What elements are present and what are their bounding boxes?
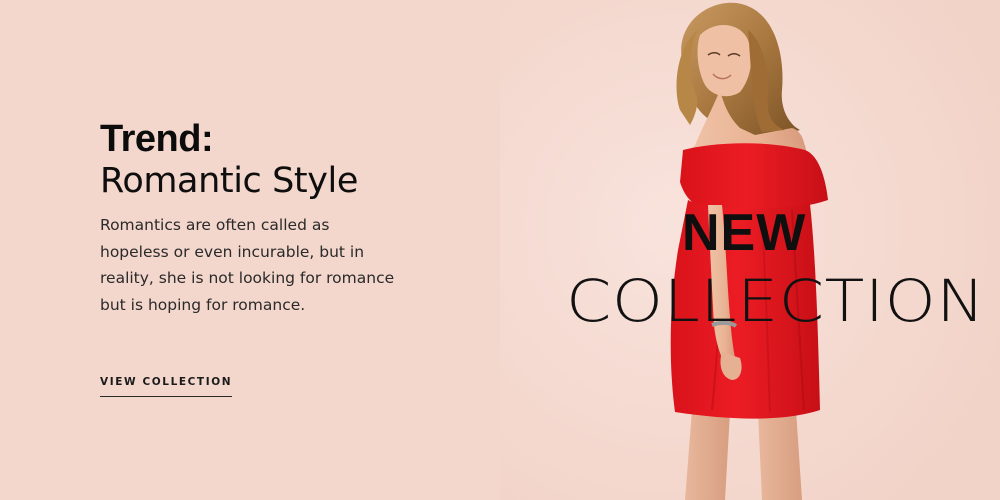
hero-banner: Trend: Romantic Style Romantics are ofte… [0,0,1000,500]
banner-new: NEW [682,204,807,262]
banner-collection-text: COLLECTION [566,267,986,335]
trend-kicker: Trend: [100,118,214,160]
view-collection-link[interactable]: VIEW COLLECTION [100,376,233,397]
hero-text-block: Trend: Romantic Style Romantics are ofte… [100,118,420,318]
trend-title: Romantic Style [100,161,359,201]
trend-description: Romantics are often called as hopeless o… [100,216,395,314]
banner-collection: COLLECTION [566,268,985,334]
